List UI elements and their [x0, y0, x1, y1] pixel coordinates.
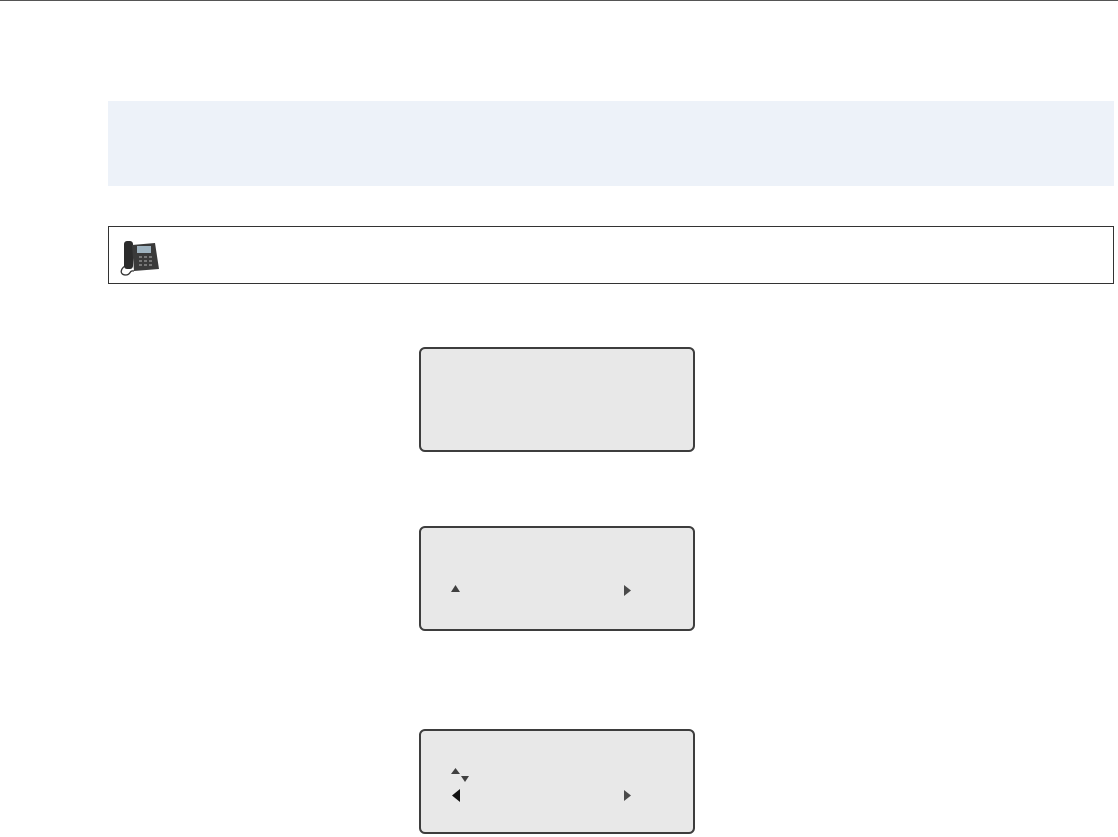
info-note-box [108, 101, 1114, 186]
up-down-arrow-icon [451, 768, 469, 782]
right-arrow-icon [624, 790, 631, 801]
lcd-screen-2 [419, 526, 695, 631]
left-arrow-icon [452, 789, 460, 802]
desk-phone-icon [120, 241, 159, 276]
phone-model-note [108, 226, 1114, 284]
up-arrow-icon [451, 585, 460, 592]
lcd-screen-1 [419, 347, 695, 452]
page-top-rule [0, 0, 1118, 1]
lcd-screen-3 [419, 729, 695, 834]
right-arrow-icon [624, 585, 631, 596]
